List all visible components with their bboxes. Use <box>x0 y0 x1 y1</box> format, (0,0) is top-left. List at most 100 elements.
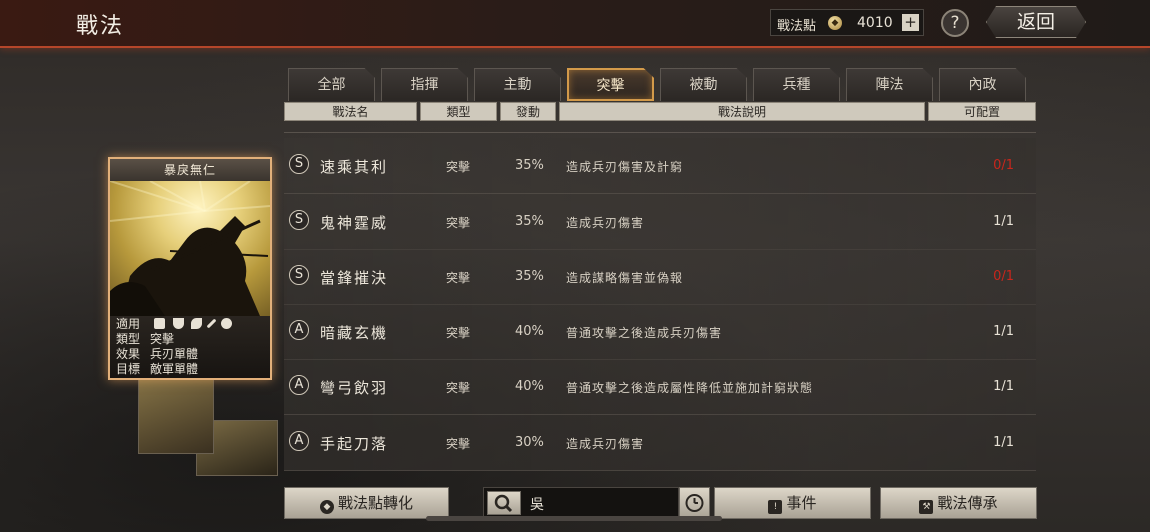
skill-description: 普通攻擊之後造成兵刃傷害 <box>566 326 723 340</box>
page-title: 戰法 <box>76 14 125 39</box>
tab-troop[interactable]: 兵種 <box>753 68 840 101</box>
skill-name: 手起刀落 <box>320 435 389 453</box>
tab-internal[interactable]: 內政 <box>939 68 1026 101</box>
skill-list[interactable]: S 速乘其利 突擊 35% 造成兵刃傷害及計窮 0/1 S 鬼神霆威 突擊 35… <box>284 136 1036 474</box>
skill-description: 造成兵刃傷害及計窮 <box>566 160 684 174</box>
convert-points-button[interactable]: ◆ 戰法點轉化 <box>284 487 449 519</box>
card-info: 適用 類型 突擊 效果 兵刃單體 目標 敵軍單體 <box>110 316 270 378</box>
column-header-name[interactable]: 戰法名 <box>284 102 417 121</box>
skill-description: 造成兵刃傷害 <box>566 437 645 451</box>
category-tabs: 全部 指揮 主動 突擊 被動 兵種 陣法 內政 <box>288 68 1038 101</box>
target-label: 目標 <box>116 362 141 376</box>
skill-type: 突擊 <box>446 216 471 230</box>
skill-row[interactable]: S 速乘其利 突擊 35% 造成兵刃傷害及計窮 0/1 <box>284 138 1036 194</box>
tab-active[interactable]: 主動 <box>474 68 561 101</box>
inherit-label: 戰法傳承 <box>937 494 998 512</box>
card-applies-row: 適用 <box>116 316 236 332</box>
card-illustration <box>110 180 270 316</box>
skill-detail-card[interactable]: 暴戾無仁 適用 類型 突擊 效果 兵刃單體 目標 敵軍單體 <box>108 157 272 380</box>
skill-name: 彎弓飲羽 <box>320 379 389 397</box>
grade-badge: S <box>289 265 309 285</box>
tactic-points-display: 戰法點 ◆ 4010 + <box>770 9 924 36</box>
skill-rate: 30% <box>515 435 544 450</box>
skill-row[interactable]: A 手起刀落 突擊 30% 造成兵刃傷害 1/1 <box>284 415 1036 471</box>
add-points-button[interactable]: + <box>902 14 919 31</box>
card-effect-row: 效果 兵刃單體 <box>116 346 198 362</box>
search-input[interactable] <box>528 492 672 516</box>
type-label: 類型 <box>116 332 141 346</box>
skill-available-count: 0/1 <box>993 158 1014 173</box>
back-button[interactable]: 返回 <box>986 6 1086 38</box>
bow-icon <box>191 318 203 329</box>
skill-name: 鬼神霆威 <box>320 214 389 232</box>
card-target-row: 目標 敵軍單體 <box>116 361 198 377</box>
skill-row[interactable]: A 彎弓飲羽 突擊 40% 普通攻擊之後造成屬性降低並施加計窮狀態 1/1 <box>284 359 1036 415</box>
help-button[interactable]: ? <box>941 9 969 37</box>
event-button[interactable]: ! 事件 <box>714 487 871 519</box>
wheel-icon <box>221 318 233 329</box>
cavalry-icon <box>153 318 165 329</box>
grade-badge: A <box>289 320 309 340</box>
skill-rate: 35% <box>515 158 544 173</box>
skill-available-count: 1/1 <box>993 435 1014 450</box>
spear-icon <box>206 318 217 329</box>
card-type-row: 類型 突擊 <box>116 331 174 347</box>
skill-type: 突擊 <box>446 381 471 395</box>
applies-label: 適用 <box>116 317 141 331</box>
tab-command[interactable]: 指揮 <box>381 68 468 101</box>
skill-name: 速乘其利 <box>320 158 389 176</box>
skill-rate: 40% <box>515 379 544 394</box>
points-value: 4010 <box>857 15 893 31</box>
effect-value: 兵刃單體 <box>150 347 199 361</box>
search-bar <box>483 487 679 519</box>
search-icon <box>494 494 513 513</box>
tab-passive[interactable]: 被動 <box>660 68 747 101</box>
type-value: 突擊 <box>150 332 175 346</box>
skill-available-count: 1/1 <box>993 379 1014 394</box>
skill-name: 當鋒摧決 <box>320 269 389 287</box>
top-bar: 戰法 戰法點 ◆ 4010 + ? 返回 <box>0 0 1150 48</box>
list-divider <box>284 132 1036 133</box>
cavalry-illustration <box>110 180 270 316</box>
convert-label: 戰法點轉化 <box>337 494 413 512</box>
coin-icon: ◆ <box>319 500 334 514</box>
skill-name: 暗藏玄機 <box>320 324 389 342</box>
skill-description: 普通攻擊之後造成屬性降低並施加計窮狀態 <box>566 381 814 395</box>
tab-all[interactable]: 全部 <box>288 68 375 101</box>
skill-description: 造成兵刃傷害 <box>566 216 645 230</box>
clock-icon <box>685 494 704 512</box>
skill-rate: 35% <box>515 214 544 229</box>
grade-badge: S <box>289 154 309 174</box>
column-header-available[interactable]: 可配置 <box>928 102 1036 121</box>
skill-available-count: 1/1 <box>993 324 1014 339</box>
inherit-tactic-button[interactable]: ⚒ 戰法傳承 <box>880 487 1037 519</box>
skill-row[interactable]: A 暗藏玄機 突擊 40% 普通攻擊之後造成兵刃傷害 1/1 <box>284 304 1036 360</box>
skill-type: 突擊 <box>446 437 471 451</box>
coin-icon: ◆ <box>828 16 842 30</box>
scrollbar[interactable] <box>426 516 722 521</box>
column-header-type[interactable]: 類型 <box>420 102 497 121</box>
skill-description: 造成謀略傷害並偽報 <box>566 271 684 285</box>
skill-rate: 40% <box>515 324 544 339</box>
event-label: 事件 <box>786 494 817 512</box>
skill-type: 突擊 <box>446 271 471 285</box>
hammer-icon: ⚒ <box>919 500 934 514</box>
search-button[interactable] <box>487 491 521 515</box>
grade-badge: S <box>289 210 309 230</box>
shield-icon <box>172 318 184 329</box>
history-button[interactable] <box>679 487 710 519</box>
tab-formation[interactable]: 陣法 <box>846 68 933 101</box>
skill-available-count: 0/1 <box>993 269 1014 284</box>
skill-row[interactable]: S 鬼神霆威 突擊 35% 造成兵刃傷害 1/1 <box>284 194 1036 250</box>
skill-type: 突擊 <box>446 326 471 340</box>
grade-badge: A <box>289 431 309 451</box>
card-title: 暴戾無仁 <box>110 159 270 181</box>
skill-row[interactable]: S 當鋒摧決 突擊 35% 造成謀略傷害並偽報 0/1 <box>284 249 1036 305</box>
points-label: 戰法點 <box>777 19 817 34</box>
tab-assault[interactable]: 突擊 <box>567 68 654 101</box>
scroll-icon: ! <box>768 500 783 514</box>
column-header-rate[interactable]: 發動 <box>500 102 556 121</box>
skill-rate: 35% <box>515 269 544 284</box>
column-header-description: 戰法說明 <box>559 102 925 121</box>
skill-available-count: 1/1 <box>993 214 1014 229</box>
